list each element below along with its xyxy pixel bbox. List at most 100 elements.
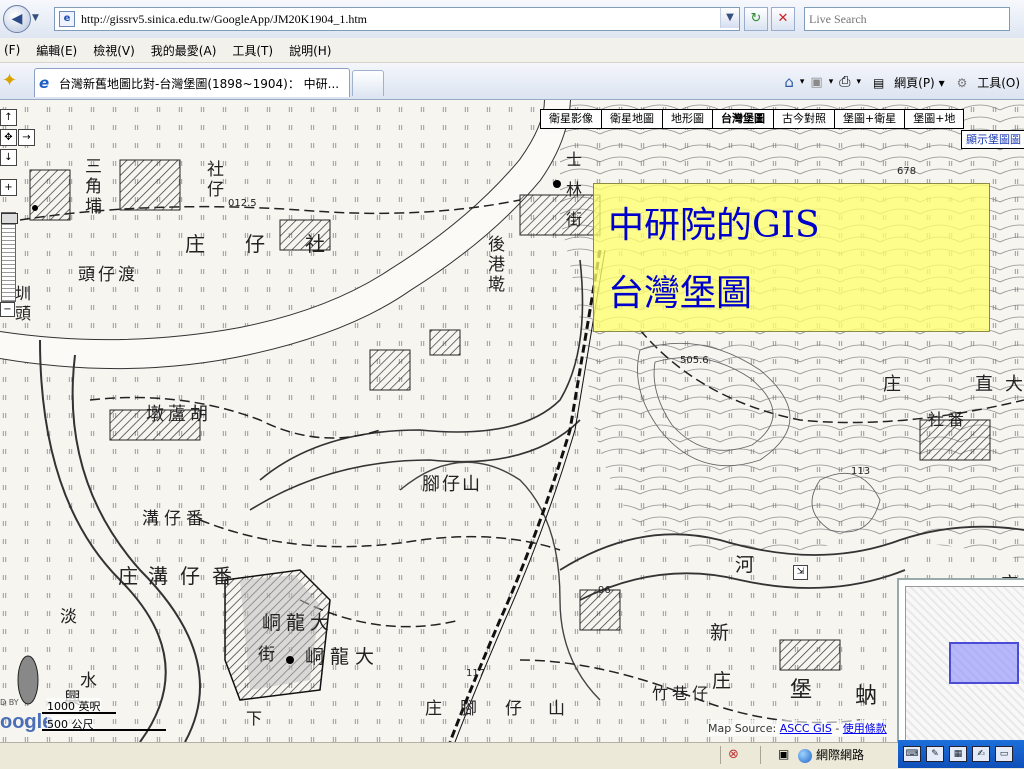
terms-link[interactable]: 使用條款 <box>843 722 887 735</box>
map-label: 仔 <box>207 180 224 200</box>
map-label: 溝 <box>148 564 168 588</box>
menu-view[interactable]: 檢視(V) <box>93 42 135 59</box>
favorites-star-icon[interactable]: ✦ <box>2 70 17 91</box>
map-label: 蘆 <box>168 404 186 425</box>
zoom-in-button[interactable]: + <box>0 179 17 196</box>
map-label: 番 <box>212 564 232 588</box>
map-label: 埔 <box>85 197 102 217</box>
map-label: 大 <box>1005 374 1023 395</box>
pan-center-button[interactable]: ✥ <box>0 129 17 146</box>
map-elevation: 012.5 <box>228 198 257 209</box>
page-menu-label: 網頁(P) <box>894 75 935 90</box>
map-label: 番 <box>948 410 965 429</box>
address-bar: ◀ ▼ e ▼ ↻ ✕ <box>0 0 1024 39</box>
url-input[interactable] <box>79 10 739 28</box>
tab-bar: ✦ e 台灣新舊地圖比對-台灣堡圖(1898~1904)： 中研... ⌂ ▾ ▣… <box>0 63 1024 100</box>
show-layer-button[interactable]: 顯示堡圖圖 <box>961 130 1024 149</box>
scale-line-meters <box>42 729 166 731</box>
window-icon[interactable]: ▭ <box>995 746 1013 762</box>
map-label: 庄 <box>883 374 901 395</box>
scale-bar: 1000 英呎 500 公尺 <box>42 698 172 732</box>
overview-map[interactable] <box>897 578 1024 742</box>
page-menu[interactable]: ▤ 網頁(P) ▾ <box>867 74 945 91</box>
map-label: 河 <box>735 554 755 576</box>
status-divider <box>760 746 761 764</box>
callout-line1: 中研院的GIS <box>608 205 820 246</box>
command-bar: ⌂ ▾ ▣ ▾ ⎙ ▾ ▤ 網頁(P) ▾ ⚙ 工具(O) <box>778 73 1020 91</box>
map-label: 墘 <box>488 275 505 295</box>
stop-button[interactable]: ✕ <box>771 7 795 31</box>
zoom-out-button[interactable]: − <box>0 302 15 317</box>
globe-icon <box>798 748 812 763</box>
feeds-icon[interactable]: ▣ <box>810 75 822 90</box>
map-label: 仔 <box>180 564 200 588</box>
home-dropdown-icon[interactable]: ▾ <box>800 77 805 87</box>
map-label: 仔 <box>505 699 522 719</box>
keyboard-icon[interactable]: ⌨ <box>903 746 921 762</box>
refresh-button[interactable]: ↻ <box>744 7 768 31</box>
map-label: 墩 <box>146 404 164 425</box>
security-zone[interactable]: 網際網路 <box>798 745 864 765</box>
handwriting-icon[interactable]: ✍ <box>972 746 990 762</box>
refresh-icon: ↻ <box>750 11 762 26</box>
ime-icon[interactable]: ▦ <box>949 746 967 762</box>
map-canvas[interactable]: ıı <box>0 100 1024 742</box>
map-label: 仔 <box>442 474 460 495</box>
menu-file[interactable]: (F) <box>4 43 20 57</box>
overview-toggle-button[interactable]: ⇲ <box>793 565 808 580</box>
attribution-prefix: Map Source: <box>708 722 780 735</box>
tab-active[interactable]: e 台灣新舊地圖比對-台灣堡圖(1898~1904)： 中研... <box>34 68 350 97</box>
pan-right-button[interactable]: → <box>18 129 35 146</box>
tab-title: 台灣新舊地圖比對-台灣堡圖(1898~1904)： 中研... <box>59 76 340 91</box>
map-label: 庄 <box>118 564 138 588</box>
map-label: 堡 <box>790 678 813 703</box>
print-dropdown-icon[interactable]: ▾ <box>856 77 861 87</box>
url-dropdown-button[interactable]: ▼ <box>720 8 739 28</box>
menu-edit[interactable]: 編輯(E) <box>36 42 77 59</box>
tools-menu[interactable]: ⚙ 工具(O) <box>951 74 1020 91</box>
history-dropdown-icon[interactable]: ▼ <box>32 13 39 23</box>
status-bar: ⊗ ▣ 網際網路 <box>0 742 1024 769</box>
maptype-baotu-map[interactable]: 堡圖+地 <box>904 109 965 129</box>
close-icon: ✕ <box>777 11 789 26</box>
maptype-satellite[interactable]: 衛星影像 <box>540 109 602 129</box>
map-elevation: 117 <box>466 668 486 679</box>
tools-menu-label: 工具(O) <box>977 75 1020 90</box>
back-button[interactable]: ◀ <box>3 5 31 33</box>
menu-tools[interactable]: 工具(T) <box>232 42 273 59</box>
map-label: 街 <box>258 645 275 665</box>
maptype-compare[interactable]: 古今對照 <box>773 109 835 129</box>
map-label: 腳 <box>422 474 440 495</box>
overview-viewport[interactable] <box>949 642 1019 684</box>
map-label: 社 <box>928 410 945 429</box>
pan-up-button[interactable]: ↑ <box>0 109 17 126</box>
zoom-slider-thumb[interactable] <box>1 213 18 224</box>
menu-help[interactable]: 說明(H) <box>289 42 331 59</box>
new-tab-button[interactable] <box>352 70 384 96</box>
map-type-bar: 衛星影像 衛星地圖 地形圖 台灣堡圖 古今對照 堡圖+衛星 堡圖+地 <box>540 109 965 129</box>
feeds-dropdown-icon[interactable]: ▾ <box>829 77 834 87</box>
map-label: 頭 <box>78 265 95 285</box>
maptype-baotu[interactable]: 台灣堡圖 <box>712 109 774 129</box>
print-icon[interactable]: ⎙ <box>839 74 850 90</box>
lock-icon: ▣ <box>778 747 790 761</box>
search-input[interactable] <box>805 8 1007 30</box>
url-field[interactable]: e <box>54 7 740 31</box>
search-box[interactable] <box>804 7 1010 31</box>
gear-icon: ⚙ <box>956 75 968 90</box>
maptype-terrain[interactable]: 地形圖 <box>662 109 713 129</box>
pen-icon[interactable]: ✎ <box>926 746 944 762</box>
maptype-baotu-satellite[interactable]: 堡圖+衛星 <box>834 109 906 129</box>
home-icon[interactable]: ⌂ <box>784 73 794 91</box>
map-label: 大 <box>310 612 330 634</box>
privacy-icon[interactable]: ⊗ <box>728 747 739 762</box>
zoom-slider[interactable] <box>1 212 18 302</box>
ascc-gis-link[interactable]: ASCC GIS <box>780 722 832 735</box>
map-label: 仔 <box>98 265 115 285</box>
map-label: 山 <box>462 474 480 495</box>
menu-favorites[interactable]: 我的最愛(A) <box>151 42 217 59</box>
map-label: 庄 <box>712 670 732 692</box>
maptype-satellite-map[interactable]: 衛星地圖 <box>601 109 663 129</box>
map-label: 庄 <box>185 232 205 256</box>
pan-down-button[interactable]: ↓ <box>0 149 17 166</box>
